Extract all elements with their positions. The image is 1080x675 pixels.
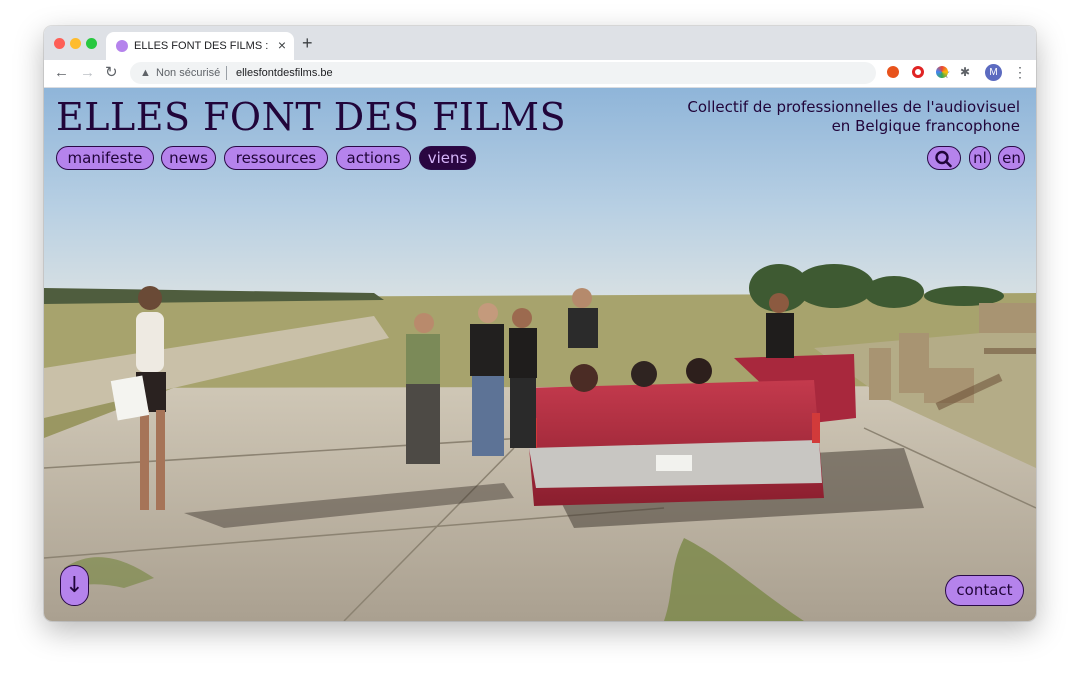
tab-title: ELLES FONT DES FILMS : Collectif de prof…: [134, 40, 270, 52]
browser-tab[interactable]: ELLES FONT DES FILMS : Collectif de prof…: [106, 32, 294, 60]
warning-icon: ▲: [140, 67, 151, 79]
lang-nl-button[interactable]: nl: [969, 146, 991, 170]
back-arrow-icon[interactable]: ←: [54, 64, 69, 82]
favicon-icon: [116, 40, 128, 52]
tagline-line-1: Collectif de professionnelles de l'audio…: [687, 98, 1020, 116]
search-icon: [935, 150, 952, 167]
page-viewport: ELLES FONT DES FILMS Collectif de profes…: [44, 88, 1036, 621]
nav-actions[interactable]: actions: [336, 146, 411, 170]
search-button[interactable]: [927, 146, 961, 170]
omnibox-divider: [226, 66, 227, 80]
zoom-window-button[interactable]: [86, 38, 97, 49]
browser-toolbar: ← → ↻ ▲ Non sécurisé ellesfontdesfilms.b…: [44, 60, 1036, 88]
nav-news[interactable]: news: [161, 146, 216, 170]
nav-manifeste[interactable]: manifeste: [56, 146, 154, 170]
close-icon[interactable]: ×: [278, 37, 286, 53]
puzzle-icon[interactable]: ✱: [960, 64, 970, 80]
extension-opera-icon[interactable]: [912, 66, 924, 78]
arrow-down-icon: ↓: [65, 572, 84, 598]
lang-en-button[interactable]: en: [998, 146, 1025, 170]
extension-color-icon[interactable]: [936, 66, 948, 78]
browser-window: ELLES FONT DES FILMS : Collectif de prof…: [44, 26, 1036, 621]
reload-icon[interactable]: ↻: [105, 64, 118, 82]
scroll-down-button[interactable]: ↓: [60, 565, 89, 606]
url-text[interactable]: ellesfontdesfilms.be: [236, 67, 333, 79]
minimize-window-button[interactable]: [70, 38, 81, 49]
nav-viens[interactable]: viens: [419, 146, 476, 170]
security-label: Non sécurisé: [156, 67, 221, 79]
address-bar[interactable]: ▲ Non sécurisé ellesfontdesfilms.be ☆: [130, 62, 951, 84]
site-tagline: Collectif de professionnelles de l'audio…: [600, 98, 1020, 136]
tagline-line-2: en Belgique francophone: [831, 117, 1020, 135]
site-title[interactable]: ELLES FONT DES FILMS: [56, 94, 566, 140]
profile-avatar[interactable]: M: [985, 64, 1002, 81]
plus-icon[interactable]: +: [302, 34, 313, 52]
nav-ressources[interactable]: ressources: [224, 146, 328, 170]
forward-arrow-icon[interactable]: →: [80, 64, 95, 82]
extension-fire-icon[interactable]: [887, 66, 899, 78]
contact-button[interactable]: contact: [945, 575, 1024, 606]
tab-strip: ELLES FONT DES FILMS : Collectif de prof…: [44, 26, 1036, 60]
menu-dots-icon[interactable]: ⋮: [1013, 64, 1027, 80]
close-window-button[interactable]: [54, 38, 65, 49]
